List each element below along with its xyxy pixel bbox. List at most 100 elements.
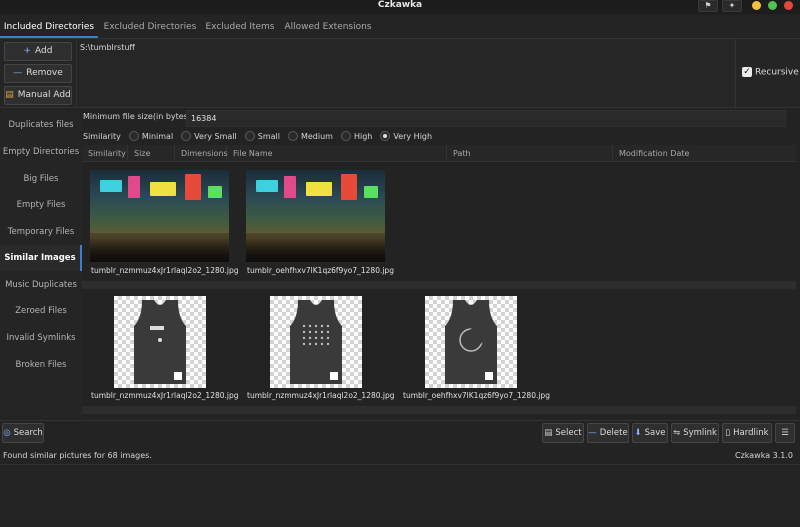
radio-very-small-label: Very Small [194, 131, 237, 141]
column-size[interactable]: Size [128, 145, 175, 162]
column-file-name[interactable]: File Name [227, 145, 447, 162]
file-icon: ▯ [725, 428, 731, 438]
add-label: Add [35, 46, 53, 56]
tank-top-image [290, 300, 342, 384]
included-directories-list[interactable]: S:\tumblrstuff [76, 39, 736, 107]
symlink-button[interactable]: ⇋ Symlink [671, 423, 719, 443]
image-thumbnail[interactable] [246, 170, 385, 262]
sidebar-item-duplicates-files[interactable]: Duplicates files [0, 112, 82, 138]
minus-icon: — [13, 68, 23, 78]
status-message: Found similar pictures for 68 images. [3, 451, 152, 460]
file-name[interactable]: tumblr_nzmmuz4xJr1rlaql2o2_1280.jpg [91, 266, 239, 275]
title-bar: Czkawka ⚑ ✦ [0, 0, 800, 14]
hamburger-icon: ☰ [781, 428, 789, 438]
save-label: Save [644, 428, 666, 438]
tab-excluded-directories[interactable]: Excluded Directories [100, 16, 200, 38]
minimize-button[interactable] [752, 1, 761, 10]
min-size-label: Minimum file size(in bytes) [83, 112, 191, 121]
file-name[interactable]: tumblr_nzmmuz4xJr1rlaql2o2_1280.jpg [91, 391, 239, 400]
text-view-area[interactable] [0, 464, 800, 527]
file-name[interactable]: tumblr_nzmmuz4xJr1rlaql2o2_1280.jpg [247, 391, 395, 400]
image-thumbnail[interactable] [425, 296, 517, 388]
sidebar-item-empty-directories[interactable]: Empty Directories [0, 139, 82, 165]
hardlink-label: Hardlink [733, 428, 769, 438]
column-similarity[interactable]: Similarity [82, 145, 128, 162]
delete-label: Delete [599, 428, 628, 438]
search-icon: ◎ [3, 428, 11, 438]
version-label: Czkawka 3.1.0 [734, 451, 793, 460]
bottom-toolbar: ◎ Search ▤ Select — Delete ⬇ Save ⇋ Symlink ▯… [0, 420, 800, 444]
remove-directory-button[interactable]: — Remove [4, 64, 72, 83]
manual-add-button[interactable]: ▤ Manual Add [4, 86, 72, 105]
window-title: Czkawka [377, 0, 423, 10]
radio-minimal-label: Minimal [141, 131, 174, 141]
manual-add-label: Manual Add [17, 90, 71, 100]
menu-button[interactable]: ☰ [775, 423, 795, 443]
close-button[interactable] [784, 1, 793, 10]
tab-allowed-extensions[interactable]: Allowed Extensions [282, 16, 374, 38]
results-view[interactable]: tumblr_nzmmuz4xJr1rlaql2o2_1280.jpg tumb… [82, 163, 796, 418]
directory-path[interactable]: S:\tumblrstuff [80, 43, 135, 52]
group-separator [82, 281, 796, 289]
download-icon: ⬇ [634, 428, 642, 438]
file-name[interactable]: tumblr_oehfhxv7lK1qz6f9yo7_1280.jpg [247, 266, 394, 275]
folder-icon: ▤ [5, 90, 14, 100]
add-directory-button[interactable]: + Add [4, 42, 72, 61]
directories-panel: + Add — Remove ▤ Manual Add S:\tumblrstuff … [0, 38, 800, 108]
radio-medium[interactable] [287, 131, 298, 141]
tab-included-directories[interactable]: Included Directories [0, 16, 98, 38]
image-thumbnail[interactable] [90, 170, 229, 262]
radio-high-label: High [353, 131, 373, 141]
radio-small-label: Small [257, 131, 280, 141]
select-label: Select [555, 428, 582, 438]
search-button[interactable]: ◎ Search [2, 423, 44, 443]
radio-medium-label: Medium [300, 131, 333, 141]
save-button[interactable]: ⬇ Save [632, 423, 668, 443]
search-label: Search [13, 428, 43, 438]
tab-excluded-items[interactable]: Excluded Items [202, 16, 278, 38]
results-column-header: Similarity Size Dimensions File Name Pat… [82, 145, 796, 162]
radio-very-small[interactable] [181, 131, 192, 141]
radio-very-high[interactable] [380, 131, 391, 141]
min-size-input[interactable]: 16384 [186, 110, 786, 127]
radio-very-high-label: Very High [393, 131, 433, 141]
sidebar-item-similar-images[interactable]: Similar Images [0, 245, 82, 271]
notebook-tabs: Included Directories Excluded Directorie… [0, 16, 800, 38]
checkmark-icon: ✓ [742, 67, 752, 77]
sidebar-item-invalid-symlinks[interactable]: Invalid Symlinks [0, 325, 82, 351]
column-modification-date[interactable]: Modification Date [613, 145, 796, 162]
sidebar-item-music-duplicates[interactable]: Music Duplicates [0, 272, 82, 298]
sidebar-item-broken-files[interactable]: Broken Files [0, 352, 82, 378]
select-button[interactable]: ▤ Select [542, 423, 584, 443]
tank-top-image [445, 300, 497, 384]
group-separator [82, 406, 796, 414]
similar-images-panel: Minimum file size(in bytes) 16384 Simila… [82, 110, 800, 418]
maximize-button[interactable] [768, 1, 777, 10]
image-thumbnail[interactable] [270, 296, 362, 388]
lightbulb-icon-button[interactable]: ✦ [722, 0, 742, 12]
delete-button[interactable]: — Delete [587, 423, 629, 443]
radio-small[interactable] [244, 131, 255, 141]
recursive-label: Recursive [755, 67, 799, 78]
minus-icon: — [588, 428, 597, 438]
radio-high[interactable] [340, 131, 351, 141]
sidebar-item-zeroed-files[interactable]: Zeroed Files [0, 298, 82, 324]
radio-minimal[interactable] [128, 131, 139, 141]
tank-top-image [134, 300, 186, 384]
select-icon: ▤ [544, 428, 553, 438]
sidebar-item-big-files[interactable]: Big Files [0, 166, 82, 192]
recursive-checkbox[interactable]: ✓ Recursive [742, 67, 799, 78]
plus-icon: + [23, 46, 32, 56]
hardlink-button[interactable]: ▯ Hardlink [722, 423, 772, 443]
similarity-row: Similarity Minimal Very Small Small Medi… [83, 131, 432, 141]
remove-label: Remove [26, 68, 63, 78]
sidebar-item-temporary-files[interactable]: Temporary Files [0, 219, 82, 245]
symlink-label: Symlink [683, 428, 717, 438]
file-name[interactable]: tumblr_oehfhxv7lK1qz6f9yo7_1280.jpg [403, 391, 550, 400]
image-thumbnail[interactable] [114, 296, 206, 388]
column-path[interactable]: Path [447, 145, 613, 162]
broom-icon-button[interactable]: ⚑ [698, 0, 718, 12]
column-dimensions[interactable]: Dimensions [175, 145, 228, 162]
similarity-label: Similarity [83, 131, 121, 141]
sidebar-item-empty-files[interactable]: Empty Files [0, 192, 82, 218]
